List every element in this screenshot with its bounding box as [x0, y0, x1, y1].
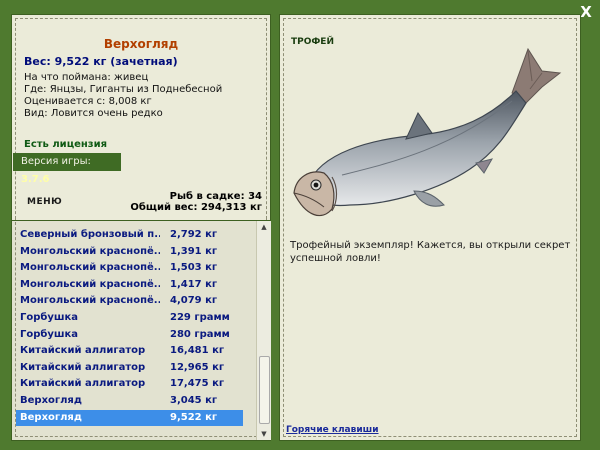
trophy-panel: ТРОФЕЙ Трофейный экземпляр! Кажется, вы …	[279, 14, 581, 441]
catch-name: Северный бронзовый п...	[20, 229, 160, 240]
scrollbar[interactable]: ▲ ▼	[256, 221, 271, 440]
version-label: Версия игры:	[21, 156, 91, 167]
fish-title: Верхогляд	[103, 37, 179, 51]
fish-image	[293, 47, 562, 217]
catch-name: Горбушка	[20, 328, 79, 340]
catch-name: Верхогляд	[20, 395, 82, 406]
catch-row[interactable]: Горбушка 229 грамм	[16, 310, 243, 326]
fish-info-panel: Верхогляд Вес: 9,522 кг (зачетная) На чт…	[11, 14, 271, 224]
catch-weight: 229 грамм	[170, 312, 230, 323]
bait-info: На что поймана: живец	[24, 72, 149, 83]
catch-weight: 2,792 кг	[170, 229, 218, 240]
catch-name: Монгольский краснопё...	[20, 262, 160, 274]
catch-weight: 280 грамм	[170, 328, 230, 340]
catch-row[interactable]: Монгольский краснопё... 1,503 кг	[16, 260, 243, 276]
catch-weight: 1,417 кг	[170, 278, 218, 290]
fish-weight: Вес: 9,522 кг (зачетная)	[24, 55, 178, 68]
catch-name: Монгольский краснопё...	[20, 295, 160, 307]
hotkeys-link[interactable]: Горячие клавиши	[286, 425, 379, 435]
cage-count: Рыб в садке: 34	[169, 191, 262, 202]
catch-row[interactable]: Монгольский краснопё... 1,391 кг	[16, 244, 243, 260]
scroll-down-icon[interactable]: ▼	[257, 428, 271, 440]
catch-weight: 3,045 кг	[170, 395, 218, 406]
catch-name: Монгольский краснопё...	[20, 278, 160, 290]
catch-row[interactable]: Верхогляд 3,045 кг	[16, 393, 243, 409]
catch-name: Китайский аллигатор	[20, 378, 146, 390]
version-value: 3.7.6	[21, 174, 50, 185]
cage-summary: Рыб в садке: 34 Общий вес: 294,313 кг	[130, 191, 262, 213]
catch-weight: 4,079 кг	[170, 295, 218, 307]
catch-row[interactable]: Монгольский краснопё... 4,079 кг	[16, 293, 243, 309]
catch-weight: 12,965 кг	[170, 361, 225, 373]
cage-total-weight: Общий вес: 294,313 кг	[130, 202, 262, 213]
catch-name: Китайский аллигатор	[20, 345, 146, 357]
catch-row[interactable]: Монгольский краснопё... 1,417 кг	[16, 277, 243, 293]
location-info: Где: Янцзы, Гиганты из Поднебесной	[24, 84, 223, 95]
catch-row[interactable]: Китайский аллигатор 16,481 кг	[16, 343, 243, 359]
catch-name: Китайский аллигатор	[20, 361, 146, 373]
catch-name: Горбушка	[20, 312, 79, 323]
rarity-info: Вид: Ловится очень редко	[24, 108, 163, 119]
catch-name: Монгольский краснопё...	[20, 245, 160, 257]
catch-weight: 9,522 кг	[170, 411, 218, 423]
catch-weight: 1,391 кг	[170, 245, 218, 257]
catch-row-selected[interactable]: Верхогляд 9,522 кг	[16, 409, 243, 426]
close-icon: X	[580, 3, 592, 21]
version-badge: Версия игры: 3.7.6	[13, 153, 121, 185]
trophy-description: Трофейный экземпляр! Кажется, вы открыли…	[290, 240, 571, 264]
catch-row[interactable]: Северный бронзовый п... 2,792 кг	[16, 227, 243, 243]
catch-weight: 1,503 кг	[170, 262, 218, 274]
catch-row[interactable]: Китайский аллигатор 17,475 кг	[16, 376, 243, 392]
scroll-thumb[interactable]	[259, 356, 270, 424]
catch-weight: 17,475 кг	[170, 378, 225, 390]
catch-list[interactable]: Северный бронзовый п... 2,792 кг Монгольск…	[11, 217, 271, 441]
license-status: Есть лицензия	[24, 139, 108, 150]
value-info: Оценивается с: 8,008 кг	[24, 96, 152, 107]
catch-row[interactable]: Китайский аллигатор 12,965 кг	[16, 360, 243, 376]
catch-row[interactable]: Горбушка 280 грамм	[16, 327, 243, 343]
catch-name: Верхогляд	[20, 411, 82, 423]
catch-weight: 16,481 кг	[170, 345, 225, 357]
scroll-up-icon[interactable]: ▲	[257, 221, 271, 233]
menu-button[interactable]: МЕНЮ	[27, 197, 62, 207]
